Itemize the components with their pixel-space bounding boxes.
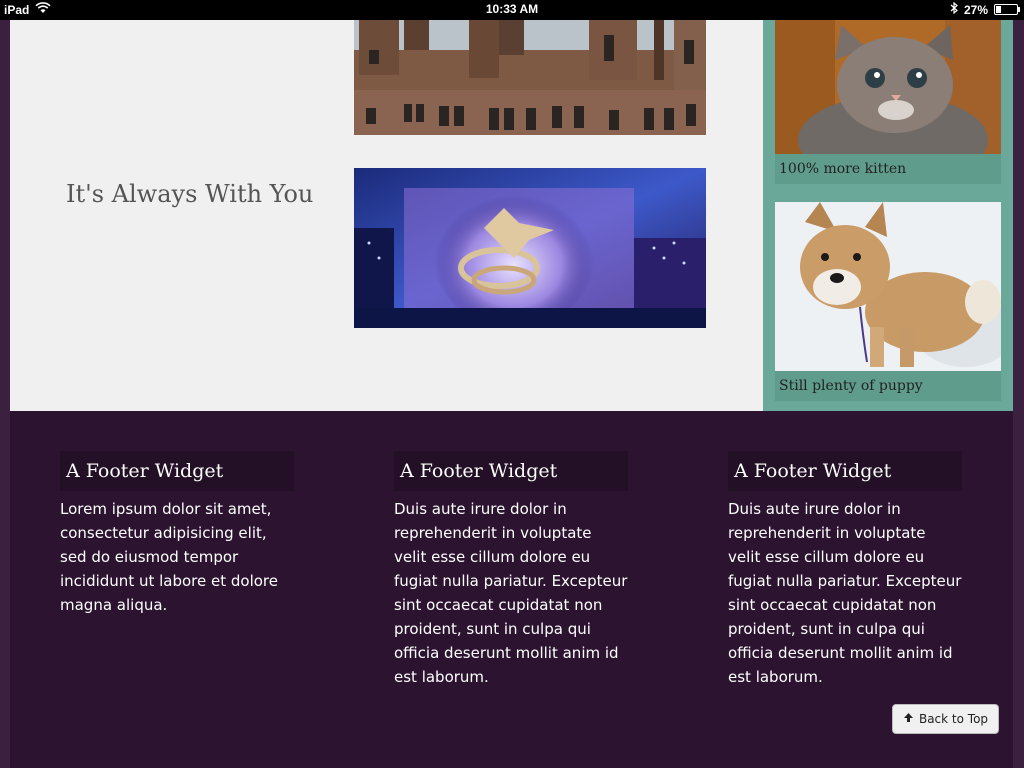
bluetooth-icon <box>950 1 958 17</box>
widget-text: Duis aute irure dolor in reprehenderit i… <box>394 500 628 686</box>
widget-title: A Footer Widget <box>394 451 628 491</box>
puppy-photo <box>775 202 1001 371</box>
kitten-caption: 100% more kitten <box>775 154 1001 184</box>
puppy-caption: Still plenty of puppy <box>775 371 1001 401</box>
footer: A Footer Widget Lorem ipsum dolor sit am… <box>10 411 1013 768</box>
footer-widget: A Footer Widget Lorem ipsum dolor sit am… <box>60 451 294 617</box>
widget-title: A Footer Widget <box>728 451 962 491</box>
kitten-card[interactable]: 100% more kitten <box>775 20 1001 184</box>
widget-title: A Footer Widget <box>60 451 294 491</box>
photo-caption: It's Always With You <box>66 180 314 208</box>
widget-text: Lorem ipsum dolor sit amet, consectetur … <box>60 500 278 614</box>
status-time: 10:33 AM <box>485 2 539 16</box>
main-content: It's Always With You <box>10 20 763 411</box>
status-bar: iPad 10:33 AM 27% <box>0 0 1024 20</box>
sidebar: 100% more kitten Still plenty of puppy <box>763 20 1013 411</box>
kitten-photo <box>775 20 1001 154</box>
footer-widget: A Footer Widget Duis aute irure dolor in… <box>728 451 962 689</box>
widget-text: Duis aute irure dolor in reprehenderit i… <box>728 500 962 686</box>
back-to-top-label: Back to Top <box>918 712 989 726</box>
footer-widget: A Footer Widget Duis aute irure dolor in… <box>394 451 628 689</box>
arrow-up-icon <box>903 712 914 726</box>
back-to-top-button[interactable]: Back to Top <box>892 704 999 734</box>
battery-percent: 27% <box>963 2 988 17</box>
ice-skating-statue-photo <box>354 168 706 328</box>
puppy-card[interactable]: Still plenty of puppy <box>775 202 1001 401</box>
brick-building-photo <box>354 20 706 135</box>
battery-icon <box>994 4 1020 15</box>
